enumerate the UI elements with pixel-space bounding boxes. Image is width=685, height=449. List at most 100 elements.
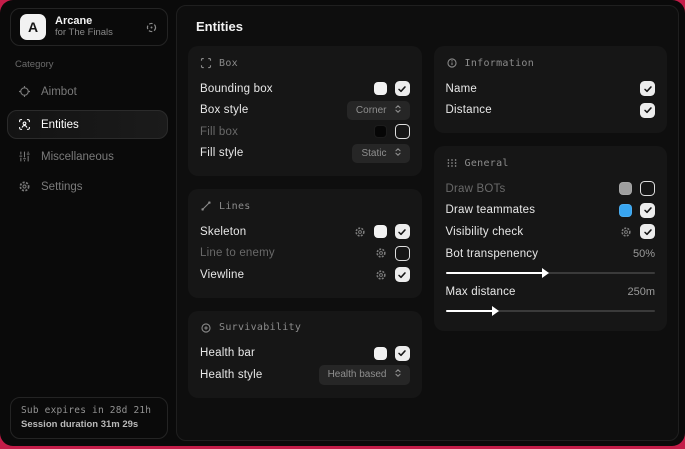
sidebar-nav: Aimbot Entities Miscellaneous Settings <box>0 78 175 203</box>
slider-value: 50% <box>633 248 655 260</box>
sidebar-item-label: Entities <box>41 119 79 131</box>
row-controls <box>375 267 410 282</box>
sidebar: A Arcane for The Finals Category AimbotE… <box>0 0 175 446</box>
select-fill-style[interactable]: Static <box>352 144 409 164</box>
row-controls <box>619 203 655 218</box>
subscription-info: Sub expires in 28d 21h Session duration … <box>10 397 168 439</box>
checkbox-health-bar[interactable] <box>395 346 410 361</box>
row-controls: Corner <box>347 101 410 121</box>
sidebar-item-miscellaneous[interactable]: Miscellaneous <box>7 143 168 170</box>
row-controls <box>619 181 655 196</box>
sidebar-item-label: Settings <box>41 181 83 193</box>
color-swatch[interactable] <box>619 204 632 217</box>
card-header: Lines <box>200 200 410 212</box>
card-title: Information <box>465 58 535 69</box>
box-corners-icon <box>200 57 212 69</box>
setting-label: Bot transpenency <box>446 248 539 260</box>
app-header: A Arcane for The Finals <box>10 8 168 46</box>
refresh-icon[interactable] <box>145 21 158 34</box>
setting-row-draw-teammates: Draw teammates <box>446 200 656 222</box>
color-swatch[interactable] <box>374 82 387 95</box>
setting-row-line-to-enemy: Line to enemy <box>200 243 410 265</box>
gear-icon[interactable] <box>375 269 387 281</box>
sidebar-item-label: Miscellaneous <box>41 151 114 163</box>
slider-thumb[interactable] <box>542 268 549 278</box>
card-title: Lines <box>219 201 251 212</box>
color-swatch[interactable] <box>374 125 387 138</box>
main-panel: Entities BoxBounding boxBox styleCornerF… <box>176 5 679 441</box>
row-controls <box>640 103 655 118</box>
row-controls <box>374 346 410 361</box>
sidebar-item-entities[interactable]: Entities <box>7 110 168 139</box>
entities-icon <box>18 118 31 131</box>
slider-track[interactable] <box>446 272 656 274</box>
select-value: Static <box>361 148 386 159</box>
checkbox-draw-teammates[interactable] <box>640 203 655 218</box>
card-header: Survivability <box>200 322 410 334</box>
checkbox-viewline[interactable] <box>395 267 410 282</box>
checkbox-distance[interactable] <box>640 103 655 118</box>
setting-row-skeleton: Skeleton <box>200 221 410 243</box>
checkbox-visibility-check[interactable] <box>640 224 655 239</box>
slider-value: 250m <box>627 286 655 298</box>
setting-row-fill-style: Fill style Static <box>200 143 410 165</box>
select-value: Health based <box>328 369 387 380</box>
row-controls <box>374 124 410 139</box>
card-information: InformationNameDistance <box>434 46 668 133</box>
setting-row-visibility-check: Visibility check <box>446 221 656 243</box>
setting-row-health-bar: Health bar <box>200 343 410 365</box>
gear-icon[interactable] <box>354 226 366 238</box>
card-box: BoxBounding boxBox styleCornerFill boxFi… <box>188 46 422 176</box>
color-swatch[interactable] <box>374 347 387 360</box>
select-box-style[interactable]: Corner <box>347 101 410 121</box>
row-controls <box>374 81 410 96</box>
color-swatch[interactable] <box>619 182 632 195</box>
setting-row-viewline: Viewline <box>200 264 410 286</box>
setting-label: Health style <box>200 369 262 381</box>
app-logo: A <box>20 14 46 40</box>
slider-track[interactable] <box>446 310 656 312</box>
setting-label: Bounding box <box>200 83 273 95</box>
checkbox-line-to-enemy[interactable] <box>395 246 410 261</box>
card-lines: Lines Skeleton Line to enemy Viewline <box>188 189 422 298</box>
setting-row-bounding-box: Bounding box <box>200 78 410 100</box>
checkbox-bounding-box[interactable] <box>395 81 410 96</box>
chevrons-up-down-icon <box>393 147 403 160</box>
app-window: A Arcane for The Finals Category AimbotE… <box>0 0 685 446</box>
info-icon <box>446 57 458 69</box>
card-general: GeneralDraw BOTsDraw teammatesVisibility… <box>434 146 668 331</box>
setting-label: Name <box>446 83 477 95</box>
slider-fill <box>446 272 544 274</box>
select-value: Corner <box>356 105 387 116</box>
gear-icon <box>18 180 31 193</box>
row-controls: Health based <box>319 365 410 385</box>
setting-label: Viewline <box>200 269 244 281</box>
checkbox-skeleton[interactable] <box>395 224 410 239</box>
row-controls <box>620 224 655 239</box>
card-header: Box <box>200 57 410 69</box>
slider-bot-transpenency: Bot transpenency 50% <box>446 244 656 275</box>
row-controls <box>640 81 655 96</box>
setting-label: Box style <box>200 104 248 116</box>
chevrons-up-down-icon <box>393 368 403 381</box>
card-title: General <box>465 158 509 169</box>
gear-icon[interactable] <box>375 247 387 259</box>
sidebar-item-settings[interactable]: Settings <box>7 173 168 200</box>
app-subtitle: for The Finals <box>55 28 113 39</box>
checkbox-draw-bots[interactable] <box>640 181 655 196</box>
checkbox-fill-box[interactable] <box>395 124 410 139</box>
select-health-style[interactable]: Health based <box>319 365 410 385</box>
crosshair-icon <box>18 85 31 98</box>
setting-label: Health bar <box>200 347 255 359</box>
setting-row-box-style: Box style Corner <box>200 100 410 122</box>
slider-max-distance: Max distance250m <box>446 281 656 312</box>
checkbox-name[interactable] <box>640 81 655 96</box>
setting-label: Fill style <box>200 147 244 159</box>
sidebar-item-aimbot[interactable]: Aimbot <box>7 78 168 105</box>
gear-icon[interactable] <box>620 226 632 238</box>
sub-expiry-text: Sub expires in 28d 21h <box>21 405 157 416</box>
color-swatch[interactable] <box>374 225 387 238</box>
setting-label: Skeleton <box>200 226 246 238</box>
slider-fill <box>446 310 494 312</box>
slider-thumb[interactable] <box>492 306 499 316</box>
